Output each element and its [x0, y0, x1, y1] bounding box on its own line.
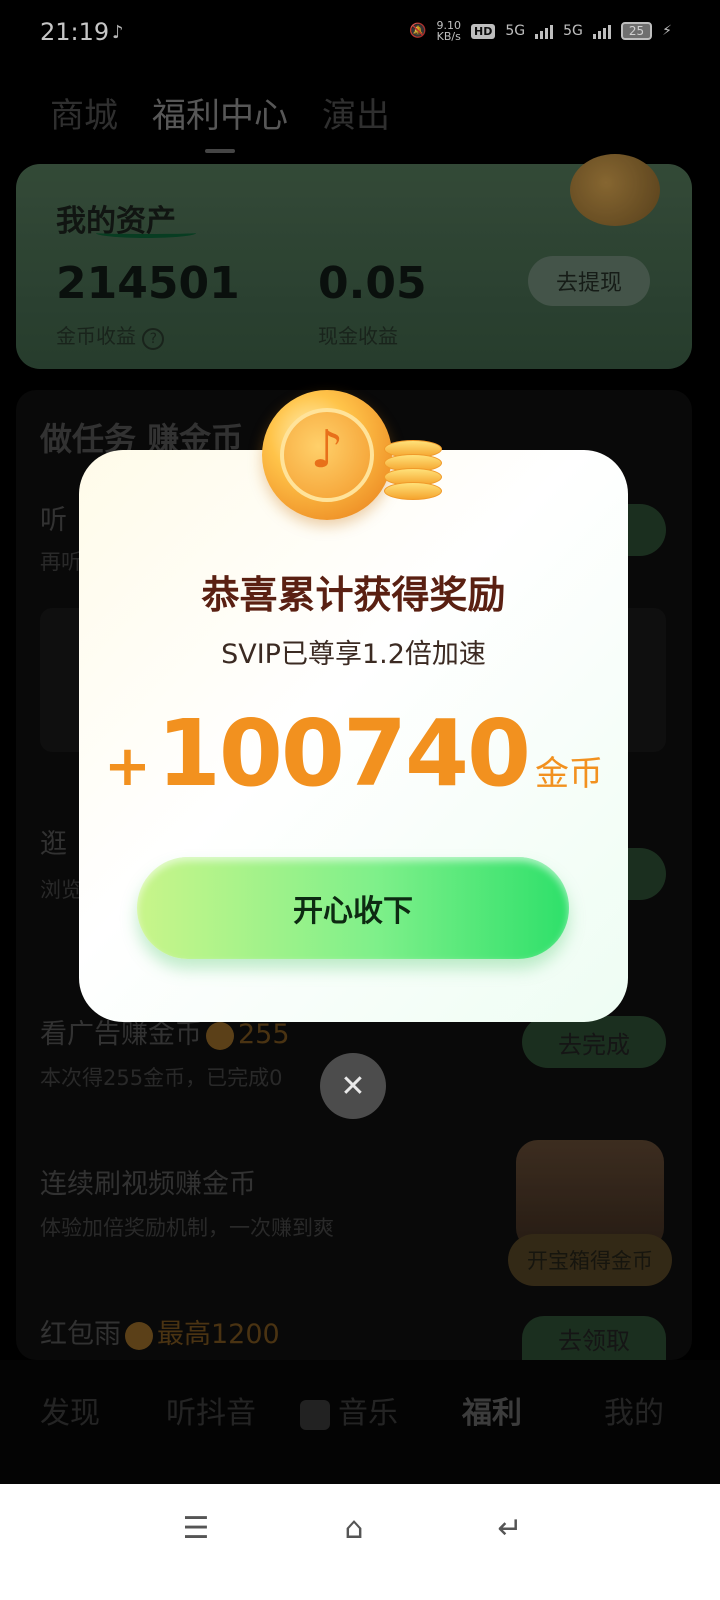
close-icon[interactable]: ✕ [320, 1053, 386, 1119]
menu-icon[interactable]: ☰ [172, 1508, 220, 1548]
accept-reward-button[interactable]: 开心收下 [137, 857, 569, 959]
reward-number: 100740 [156, 700, 531, 807]
reward-unit: 金币 [535, 754, 603, 794]
music-note-coin-icon: ♪ [310, 420, 344, 480]
back-icon[interactable]: ↵ [486, 1508, 534, 1548]
popup-subtitle: SVIP已尊享1.2倍加速 [221, 639, 486, 670]
popup-title: 恭喜累计获得奖励 [201, 573, 506, 617]
reward-plus: + [103, 734, 151, 799]
home-icon[interactable]: ⌂ [330, 1508, 378, 1548]
coin-stack-icon [384, 440, 442, 502]
reward-amount: + 100740 金币 [79, 700, 628, 807]
